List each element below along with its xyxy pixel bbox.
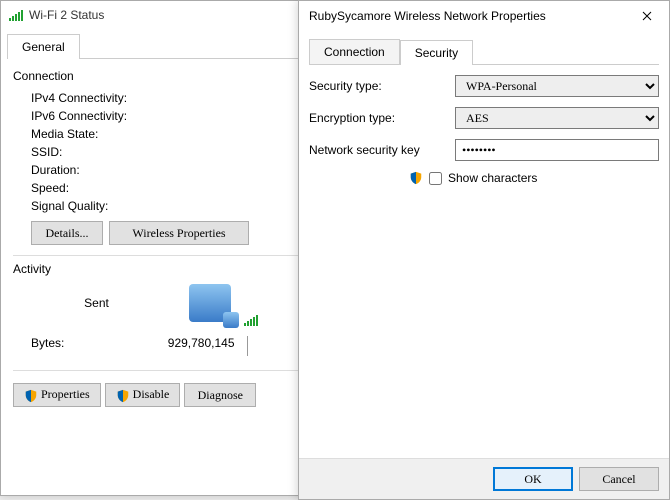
signal-icon (9, 9, 23, 21)
show-characters-checkbox[interactable] (429, 172, 442, 185)
activity-computers-icon (189, 284, 231, 322)
wireless-properties-button[interactable]: Wireless Properties (109, 221, 249, 245)
cancel-button[interactable]: Cancel (579, 467, 659, 491)
shield-icon (409, 171, 423, 185)
ipv4-label: IPv4 Connectivity: (31, 91, 127, 105)
duration-label: Duration: (31, 163, 80, 177)
properties-titlebar[interactable]: RubySycamore Wireless Network Properties (299, 1, 669, 31)
diagnose-button[interactable]: Diagnose (184, 383, 256, 407)
show-characters-label: Show characters (448, 171, 537, 185)
encryption-type-select[interactable]: AES (455, 107, 659, 129)
signal-label: Signal Quality: (31, 199, 108, 213)
tab-connection[interactable]: Connection (309, 39, 400, 64)
properties-button[interactable]: Properties (13, 383, 101, 407)
close-icon (642, 11, 652, 21)
properties-title-text: RubySycamore Wireless Network Properties (309, 9, 546, 23)
security-key-label: Network security key (309, 143, 449, 157)
activity-signal-icon (244, 314, 258, 326)
security-type-select[interactable]: WPA-Personal (455, 75, 659, 97)
shield-icon (116, 389, 130, 403)
ssid-label: SSID: (31, 145, 62, 159)
close-button[interactable] (624, 2, 669, 31)
shield-icon (24, 389, 38, 403)
bytes-sent: 929,780,145 (93, 336, 247, 356)
ok-button[interactable]: OK (493, 467, 573, 491)
tab-security[interactable]: Security (400, 40, 473, 65)
network-properties-dialog: RubySycamore Wireless Network Properties… (298, 0, 670, 500)
details-button[interactable]: Details... (31, 221, 103, 245)
bytes-label: Bytes: (13, 336, 93, 356)
tab-general[interactable]: General (7, 34, 80, 59)
status-title-text: Wi-Fi 2 Status (29, 8, 104, 22)
disable-button[interactable]: Disable (105, 383, 181, 407)
security-type-label: Security type: (309, 79, 449, 93)
security-key-input[interactable] (455, 139, 659, 161)
media-label: Media State: (31, 127, 98, 141)
ipv6-label: IPv6 Connectivity: (31, 109, 127, 123)
speed-label: Speed: (31, 181, 69, 195)
encryption-type-label: Encryption type: (309, 111, 449, 125)
sent-header: Sent (13, 296, 180, 310)
